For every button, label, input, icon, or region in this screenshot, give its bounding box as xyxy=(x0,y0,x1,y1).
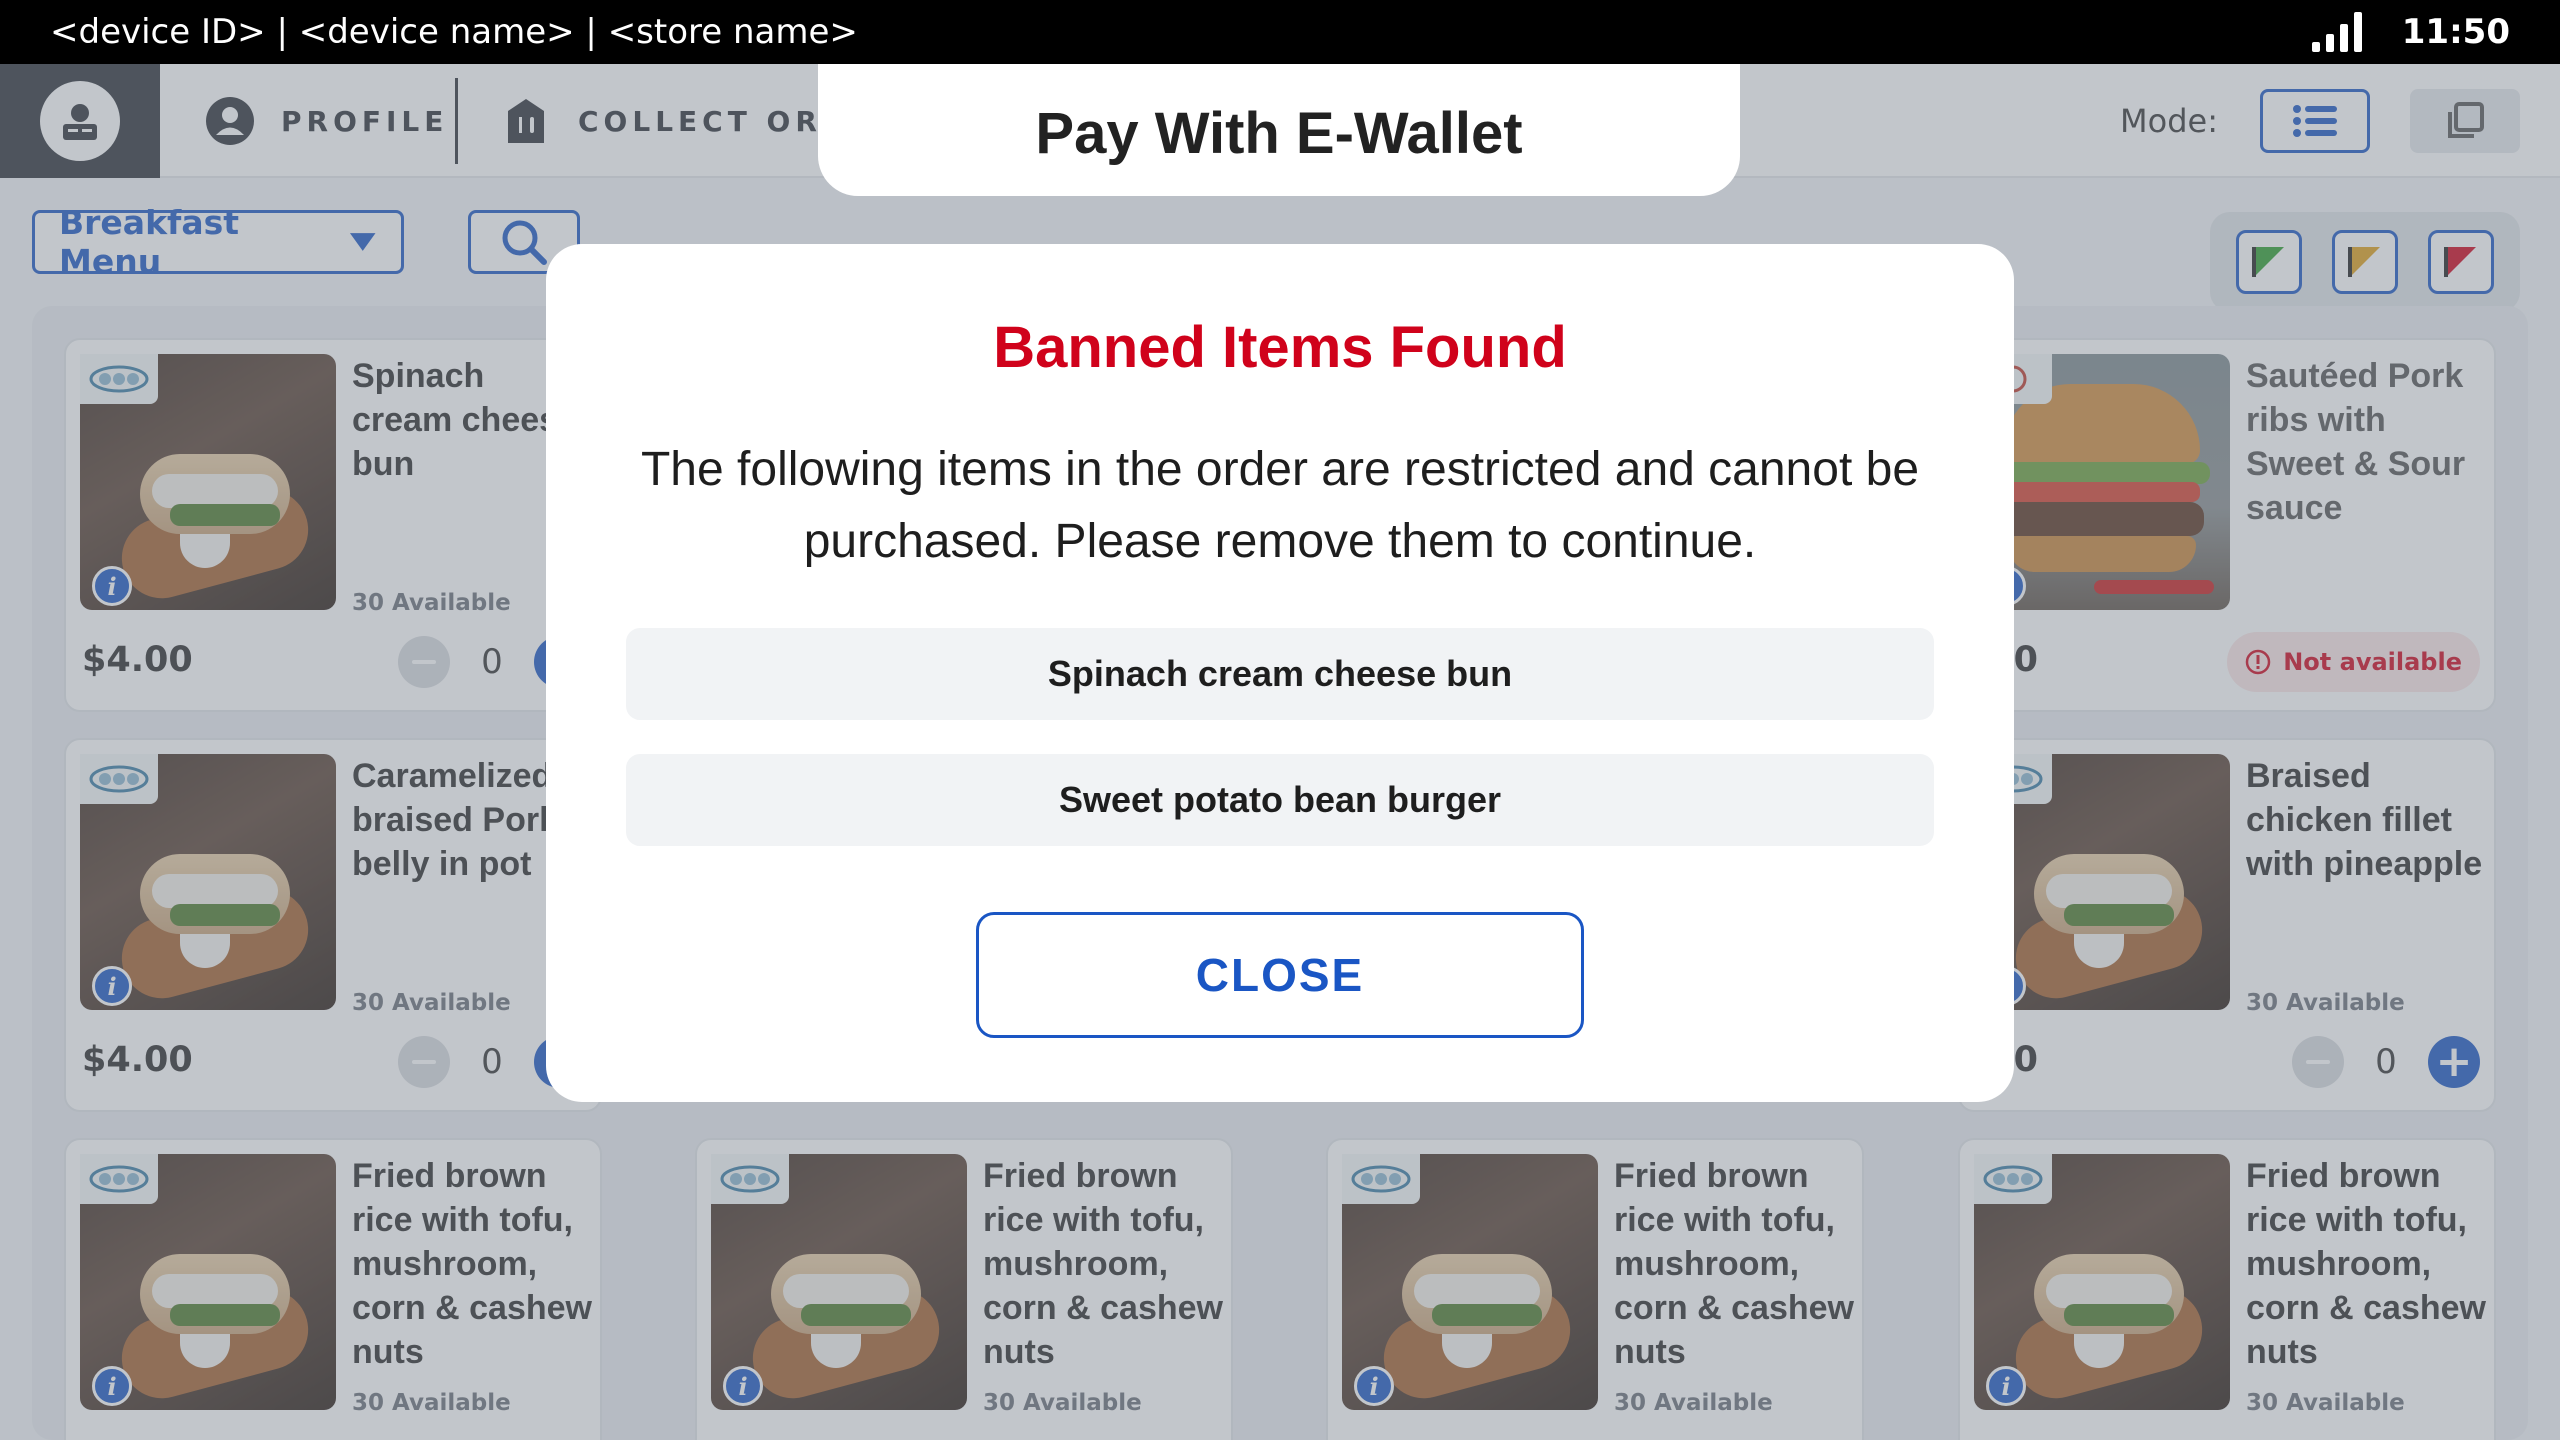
dialog-title: Banned Items Found xyxy=(993,315,1567,380)
pay-with-ewallet-title: Pay With E-Wallet xyxy=(1035,100,1523,166)
dialog-message: The following items in the order are res… xyxy=(640,443,1920,568)
pay-with-ewallet-header: Pay With E-Wallet xyxy=(818,64,1740,196)
banned-item: Sweet potato bean burger xyxy=(626,754,1934,846)
banned-item: Spinach cream cheese bun xyxy=(626,628,1934,720)
device-info: <device ID> | <device name> | <store nam… xyxy=(50,12,858,52)
banned-items-dialog: Banned Items Found The following items i… xyxy=(546,244,2014,1102)
clock: 11:50 xyxy=(2401,12,2510,52)
close-button-label: CLOSE xyxy=(1195,949,1365,1001)
close-button[interactable]: CLOSE xyxy=(976,912,1584,1038)
status-bar: <device ID> | <device name> | <store nam… xyxy=(0,0,2560,64)
signal-icon xyxy=(2311,12,2362,52)
